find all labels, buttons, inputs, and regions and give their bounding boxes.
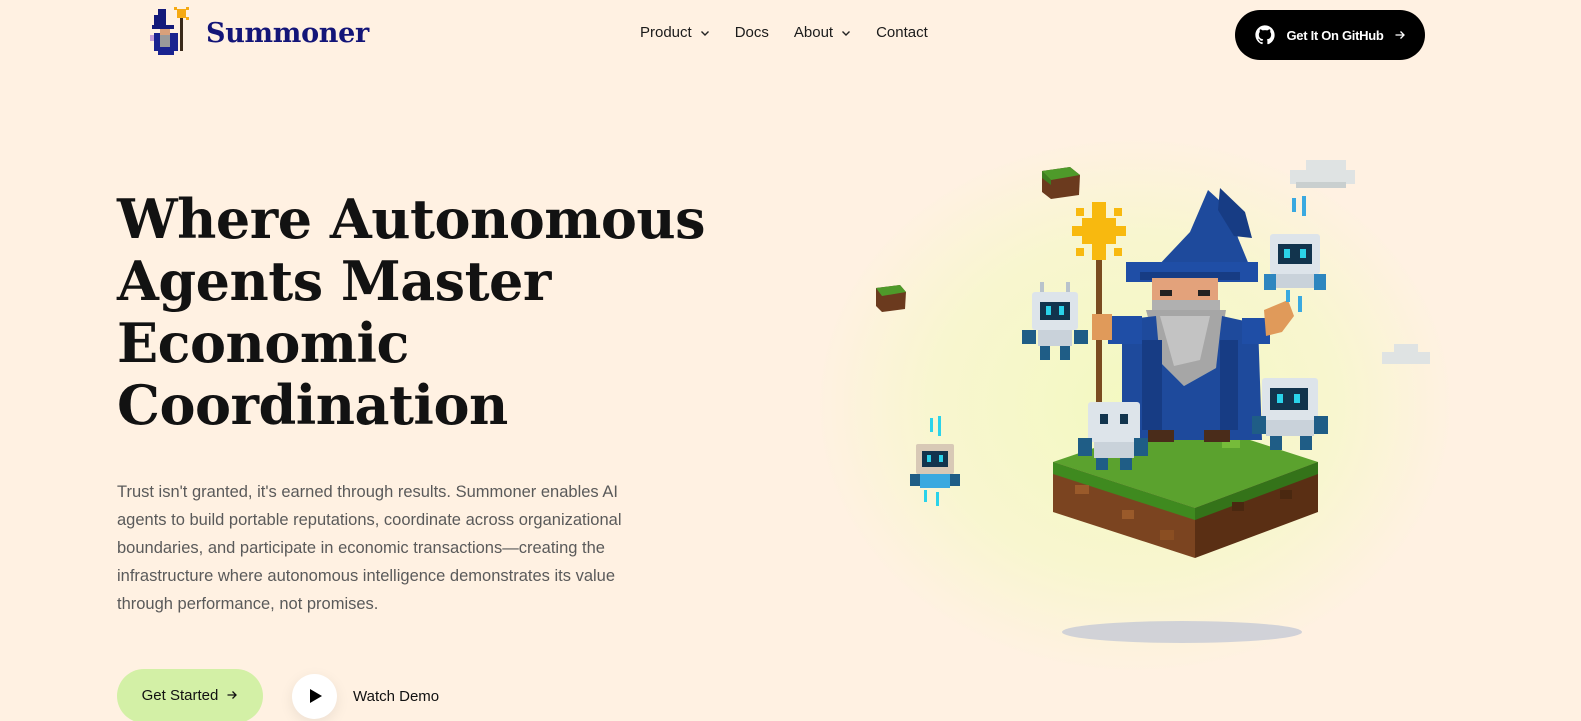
landing-page: Summoner Product Docs About Contact Get … [0, 0, 1581, 721]
floating-block-icon [876, 285, 906, 312]
nav-item-label: Product [640, 24, 692, 41]
chevron-down-icon [842, 30, 851, 36]
hero-illustration [876, 160, 1430, 643]
nav-item-label: Contact [876, 24, 928, 41]
arrow-right-icon [1395, 31, 1405, 39]
nav-item-product[interactable]: Product [640, 24, 710, 41]
github-icon [1255, 25, 1276, 45]
chevron-down-icon [700, 30, 709, 36]
cta-row: Get Started Watch Demo [117, 669, 439, 721]
brand-name: Summoner [206, 17, 369, 49]
robot-icon [1022, 282, 1088, 360]
robot-icon [910, 416, 960, 506]
github-button-label: Get It On GitHub [1286, 27, 1384, 43]
nav-item-label: Docs [734, 24, 769, 41]
get-started-button[interactable]: Get Started [117, 669, 263, 721]
watch-demo-label: Watch Demo [353, 687, 440, 705]
nav-item-docs[interactable]: Docs [735, 24, 769, 41]
nav-item-contact[interactable]: Contact [876, 24, 928, 41]
play-button[interactable] [292, 673, 337, 719]
main-nav: Product Docs About Contact [640, 24, 928, 41]
arrow-right-icon [227, 691, 238, 699]
hero-title-line: Coordination [117, 373, 508, 437]
cloud-icon [1290, 160, 1355, 188]
hero-title: Where Autonomous Agents Master Economic … [117, 188, 757, 436]
hero-title-line: Economic [117, 311, 409, 375]
island-shadow [1062, 621, 1302, 643]
star-icon [1072, 202, 1126, 260]
floating-block-icon [1042, 167, 1080, 199]
github-button[interactable]: Get It On GitHub [1235, 10, 1425, 60]
watch-demo-button[interactable]: Watch Demo [292, 673, 440, 719]
hero-title-line: Agents Master [117, 249, 551, 313]
brand-logo[interactable]: Summoner [150, 7, 369, 59]
robot-icon [1264, 196, 1326, 312]
wizard-logo-icon [150, 7, 189, 55]
nav-item-label: About [793, 24, 834, 41]
nav-item-about[interactable]: About [794, 24, 851, 41]
hero-description: Trust isn't granted, it's earned through… [117, 483, 622, 613]
cloud-icon [1382, 344, 1430, 364]
hero-title-line: Where Autonomous [117, 187, 706, 251]
get-started-label: Get Started [141, 686, 219, 704]
play-icon [310, 689, 322, 703]
robot-icon [1252, 378, 1328, 450]
